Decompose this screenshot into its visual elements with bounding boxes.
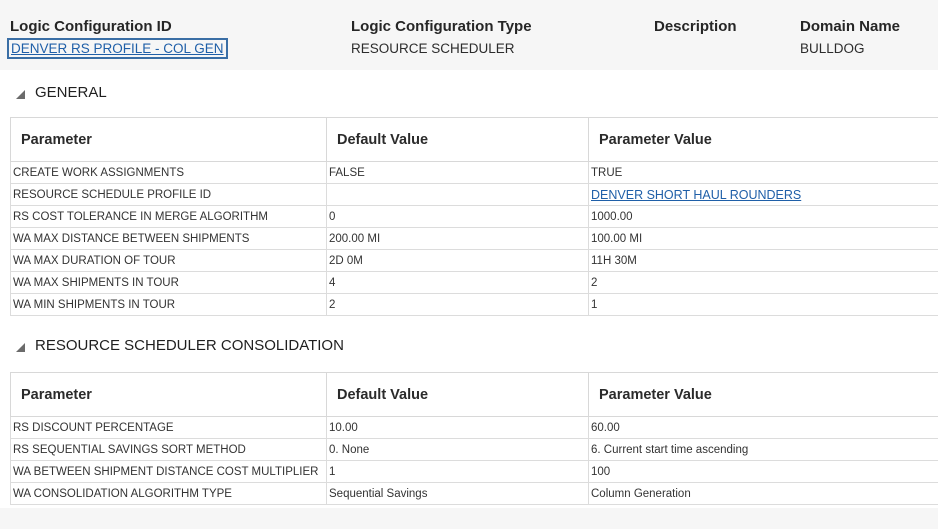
collapse-triangle-icon[interactable] (16, 90, 25, 99)
domain-name-value: BULLDOG (800, 41, 865, 56)
logic-config-id-link[interactable]: DENVER RS PROFILE - COL GEN (7, 38, 228, 59)
default-value-cell: Sequential Savings (326, 482, 589, 505)
column-header-parameter[interactable]: Parameter (10, 372, 327, 417)
parameter-value-cell: 100 (588, 460, 938, 483)
column-header-parameter-value[interactable]: Parameter Value (588, 372, 938, 417)
domain-name-label: Domain Name (800, 18, 901, 35)
table-row: RS SEQUENTIAL SAVINGS SORT METHOD 0. Non… (10, 438, 938, 461)
logic-config-type-value: RESOURCE SCHEDULER (351, 41, 515, 56)
table-row: CREATE WORK ASSIGNMENTS FALSE TRUE (10, 161, 938, 184)
logic-config-type-label: Logic Configuration Type (351, 18, 532, 35)
bottom-band (0, 508, 938, 529)
parameter-value-cell: TRUE (588, 161, 938, 184)
default-value-cell: 0. None (326, 438, 589, 461)
parameter-value-cell: 2 (588, 271, 938, 294)
table-row: RS COST TOLERANCE IN MERGE ALGORITHM 0 1… (10, 205, 938, 228)
column-header-parameter-value[interactable]: Parameter Value (588, 117, 938, 162)
description-field: Description (654, 18, 737, 35)
collapse-triangle-icon[interactable] (16, 343, 25, 352)
parameter-cell: RS SEQUENTIAL SAVINGS SORT METHOD (10, 438, 327, 461)
parameter-cell: WA BETWEEN SHIPMENT DISTANCE COST MULTIP… (10, 460, 327, 483)
parameter-value-cell: Column Generation (588, 482, 938, 505)
header: Logic Configuration ID DENVER RS PROFILE… (0, 0, 938, 70)
default-value-cell: FALSE (326, 161, 589, 184)
parameter-cell: WA CONSOLIDATION ALGORITHM TYPE (10, 482, 327, 505)
parameter-cell: RS COST TOLERANCE IN MERGE ALGORITHM (10, 205, 327, 228)
column-header-parameter[interactable]: Parameter (10, 117, 327, 162)
general-parameters-table: Parameter Default Value Parameter Value … (10, 117, 938, 316)
table-row: WA MAX SHIPMENTS IN TOUR 4 2 (10, 271, 938, 294)
default-value-cell: 2D 0M (326, 249, 589, 272)
column-header-default-value[interactable]: Default Value (326, 117, 589, 162)
table-row: WA MAX DISTANCE BETWEEN SHIPMENTS 200.00… (10, 227, 938, 250)
parameter-value-cell: 100.00 MI (588, 227, 938, 250)
parameter-value-cell: 60.00 (588, 416, 938, 439)
parameter-cell: RESOURCE SCHEDULE PROFILE ID (10, 183, 327, 206)
parameter-value-cell: 11H 30M (588, 249, 938, 272)
parameter-cell: WA MAX DISTANCE BETWEEN SHIPMENTS (10, 227, 327, 250)
column-header-default-value[interactable]: Default Value (326, 372, 589, 417)
parameter-cell: WA MAX SHIPMENTS IN TOUR (10, 271, 327, 294)
description-label: Description (654, 18, 737, 35)
table-row: RESOURCE SCHEDULE PROFILE ID DENVER SHOR… (10, 183, 938, 206)
default-value-cell: 0 (326, 205, 589, 228)
default-value-cell: 10.00 (326, 416, 589, 439)
default-value-cell: 2 (326, 293, 589, 316)
table-row: WA MIN SHIPMENTS IN TOUR 2 1 (10, 293, 938, 316)
logic-config-id-field: Logic Configuration ID DENVER RS PROFILE… (7, 18, 228, 59)
default-value-cell: 1 (326, 460, 589, 483)
parameter-cell: WA MIN SHIPMENTS IN TOUR (10, 293, 327, 316)
table-row: WA BETWEEN SHIPMENT DISTANCE COST MULTIP… (10, 460, 938, 483)
parameter-value-cell: 1000.00 (588, 205, 938, 228)
logic-config-id-label: Logic Configuration ID (10, 18, 172, 35)
parameter-cell: CREATE WORK ASSIGNMENTS (10, 161, 327, 184)
default-value-cell (326, 183, 589, 206)
consolidation-parameters-table: Parameter Default Value Parameter Value … (10, 372, 938, 505)
default-value-cell: 4 (326, 271, 589, 294)
general-section-header[interactable]: GENERAL (16, 84, 107, 101)
consolidation-section-title: RESOURCE SCHEDULER CONSOLIDATION (35, 337, 344, 354)
table-row: RS DISCOUNT PERCENTAGE 10.00 60.00 (10, 416, 938, 439)
parameter-cell: WA MAX DURATION OF TOUR (10, 249, 327, 272)
table-header-row: Parameter Default Value Parameter Value (10, 117, 938, 162)
logic-config-type-field: Logic Configuration Type RESOURCE SCHEDU… (351, 18, 532, 56)
consolidation-section-header[interactable]: RESOURCE SCHEDULER CONSOLIDATION (16, 337, 344, 354)
general-section-title: GENERAL (35, 84, 107, 101)
resource-schedule-profile-link[interactable]: DENVER SHORT HAUL ROUNDERS (588, 183, 938, 206)
domain-name-field: Domain Name BULLDOG (800, 18, 900, 56)
table-row: WA CONSOLIDATION ALGORITHM TYPE Sequenti… (10, 482, 938, 505)
parameter-value-cell: 6. Current start time ascending (588, 438, 938, 461)
parameter-value-cell: 1 (588, 293, 938, 316)
default-value-cell: 200.00 MI (326, 227, 589, 250)
parameter-cell: RS DISCOUNT PERCENTAGE (10, 416, 327, 439)
parameters-panel: GENERAL Parameter Default Value Paramete… (0, 70, 938, 529)
table-header-row: Parameter Default Value Parameter Value (10, 372, 938, 417)
table-row: WA MAX DURATION OF TOUR 2D 0M 11H 30M (10, 249, 938, 272)
